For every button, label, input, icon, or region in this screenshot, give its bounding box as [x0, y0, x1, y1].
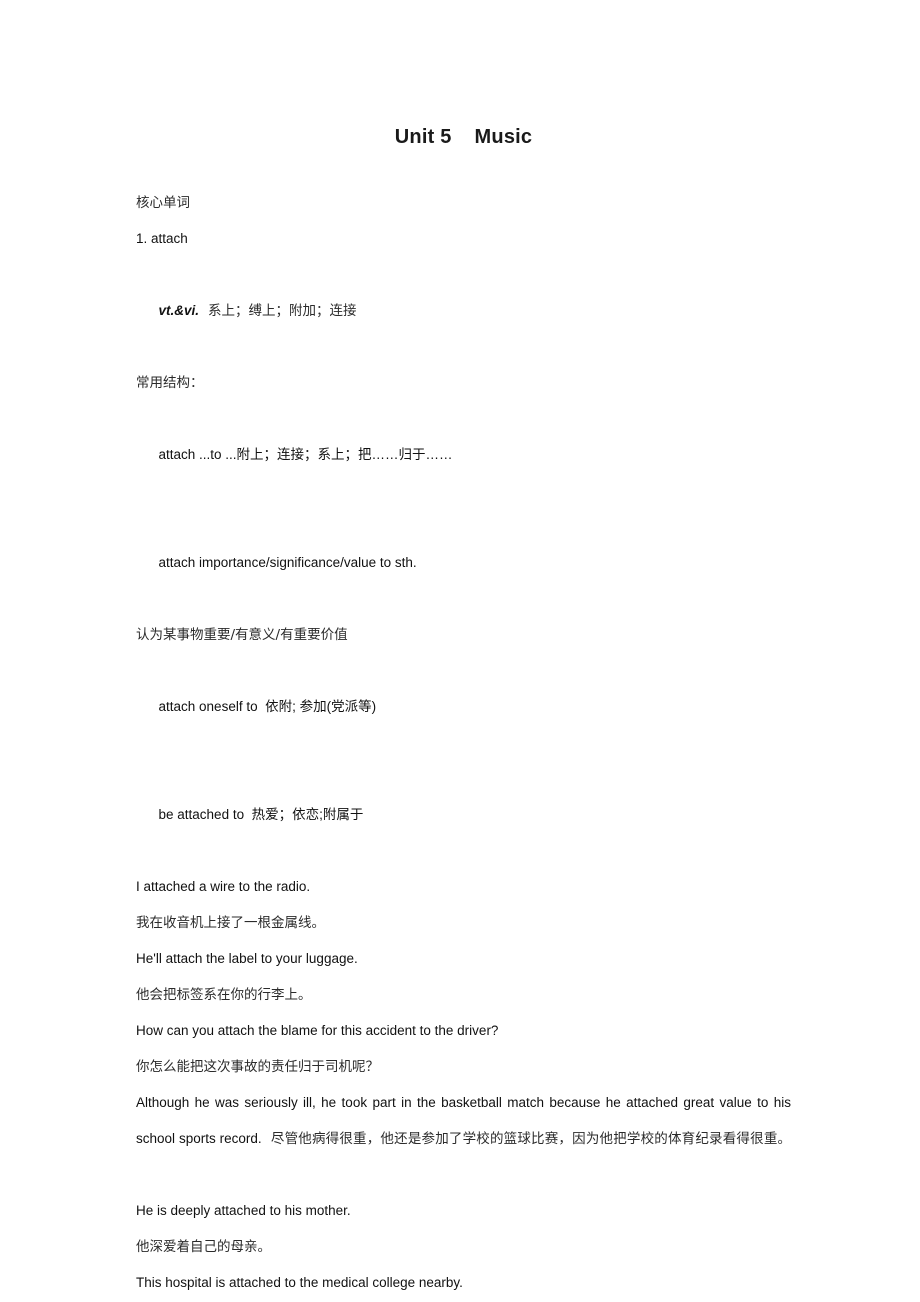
- example-sentence-en: He'll attach the label to your luggage.: [136, 951, 358, 966]
- document-content: Unit 5 Music 核心单词 1. attach vt.&vi. 系上；缚上…: [136, 0, 791, 1302]
- long-example-cn: 尽管他病得很重，他还是参加了学校的篮球比赛，因为他把学校的体育纪录看得很重。: [270, 1131, 792, 1147]
- example-sentence-en: How can you attach the blame for this ac…: [136, 1023, 499, 1038]
- example-sentence-en: He is deeply attached to his mother.: [136, 1203, 351, 1218]
- example-sentence-cn: 你怎么能把这次事故的责任归于司机呢？: [136, 1059, 379, 1075]
- usage-label: 常用结构：: [136, 375, 204, 391]
- document-page: Unit 5 Music 核心单词 1. attach vt.&vi. 系上；缚上…: [0, 0, 920, 1302]
- structure-item: be attached to 热爱；依恋;附属于: [136, 761, 791, 869]
- structure-pattern: be attached to 热爱；依恋;附属于: [158, 807, 364, 822]
- entry-heading-attach: 1. attach: [136, 231, 188, 246]
- part-of-speech-meaning: 系上；缚上；附加；连接: [208, 303, 357, 319]
- structure-pattern: attach ...to ...附上；连接；系上；把……归于……: [158, 447, 453, 462]
- structure-pattern: attach importance/significance/value to …: [158, 555, 417, 570]
- structure-item: attach ...to ...附上；连接；系上；把……归于……: [136, 401, 791, 509]
- part-of-speech-line: vt.&vi. 系上；缚上；附加；连接: [136, 257, 791, 365]
- structure-item: attach importance/significance/value to …: [136, 509, 791, 617]
- long-example-paragraph: Although he was seriously ill, he took p…: [136, 1085, 791, 1193]
- structure-item: attach oneself to 依附; 参加(党派等): [136, 653, 791, 761]
- structure-meaning: 认为某事物重要/有意义/有重要价值: [136, 627, 348, 643]
- example-sentence-en: This hospital is attached to the medical…: [136, 1275, 463, 1290]
- part-of-speech-tag: vt.&vi.: [158, 303, 200, 318]
- example-sentence-en: I attached a wire to the radio.: [136, 879, 311, 894]
- example-sentence-cn: 我在收音机上接了一根金属线。: [136, 915, 325, 931]
- page-title: Unit 5 Music: [394, 126, 533, 148]
- structure-pattern: attach oneself to 依附; 参加(党派等): [158, 699, 377, 714]
- section-label-core-words: 核心单词: [136, 195, 190, 211]
- example-sentence-cn: 他深爱着自己的母亲。: [136, 1239, 271, 1255]
- example-sentence-cn: 他会把标签系在你的行李上。: [136, 987, 312, 1003]
